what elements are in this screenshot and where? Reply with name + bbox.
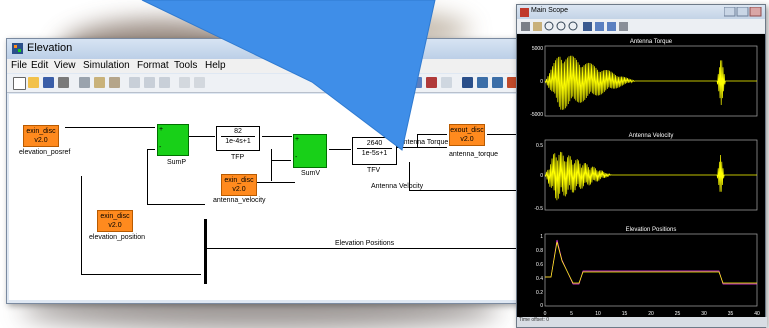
restore-axes-icon bbox=[607, 22, 616, 31]
tick-label: 5000 bbox=[532, 46, 543, 52]
params-icon bbox=[533, 22, 542, 31]
zoom-icon bbox=[544, 21, 554, 31]
tick-label: 0.6 bbox=[536, 262, 543, 268]
plot-title-velocity: Antenna Velocity bbox=[629, 133, 674, 139]
tick-label: 1 bbox=[540, 234, 543, 240]
tick-label: 0.8 bbox=[536, 248, 543, 254]
scope-title-bar: Main Scope bbox=[517, 5, 765, 19]
maximize-icon bbox=[736, 7, 749, 17]
tick-label: -5000 bbox=[530, 112, 543, 118]
scope-window: Main Scope Antenna Torque Antenna Veloci… bbox=[516, 4, 767, 328]
tick-label: 0 bbox=[540, 303, 543, 309]
zoom-x-icon bbox=[556, 21, 566, 31]
close-icon bbox=[749, 7, 762, 17]
minimize-icon bbox=[724, 7, 736, 17]
window-controls bbox=[724, 7, 762, 17]
tick-label: 0.5 bbox=[536, 143, 543, 149]
tick-label: 0 bbox=[540, 79, 543, 85]
tick-label: 0 bbox=[540, 173, 543, 179]
zoom-y-icon bbox=[568, 21, 578, 31]
plot-title-position: Elevation Positions bbox=[626, 227, 677, 233]
floating-icon bbox=[619, 22, 628, 31]
scope-toolbar-icons bbox=[521, 21, 628, 31]
scope-toolbar bbox=[517, 19, 765, 33]
tick-label: 0.4 bbox=[536, 276, 543, 282]
scope-footer: Time offset: 0 bbox=[517, 317, 767, 327]
save-axes-icon bbox=[595, 22, 604, 31]
tick-label: 0.2 bbox=[536, 290, 543, 296]
scope-plot-area: Antenna Torque Antenna Velocity Elevatio… bbox=[517, 34, 765, 318]
scope-plots: Antenna Torque Antenna Velocity Elevatio… bbox=[530, 39, 760, 317]
plot-title-torque: Antenna Torque bbox=[630, 39, 673, 45]
autoscale-icon bbox=[583, 22, 592, 31]
tick-label: -0.5 bbox=[534, 206, 543, 212]
scope-icon bbox=[520, 8, 529, 17]
print-icon bbox=[521, 22, 530, 31]
scope-title: Main Scope bbox=[531, 7, 568, 14]
plot-frame-position bbox=[544, 233, 758, 307]
